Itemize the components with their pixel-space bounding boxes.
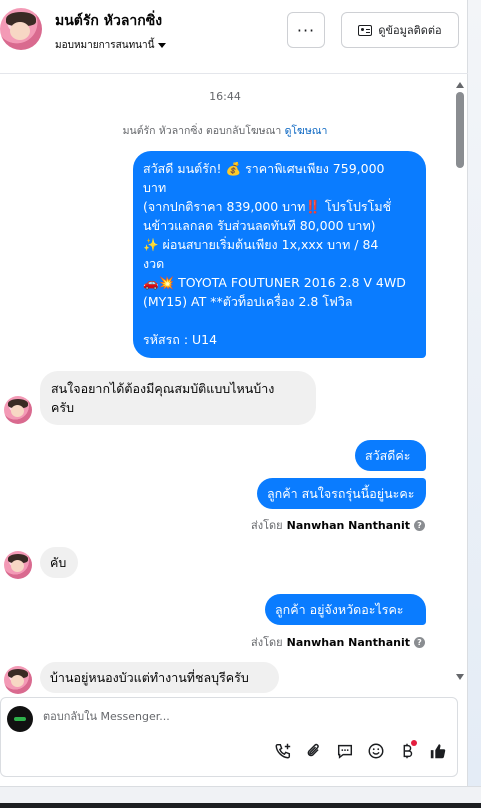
message-line: (MY15) AT **ตัวท็อปเครื่อง 2.8 โฟวิล [143,294,353,309]
conversation-panel: มนต์รัก หัวลากซิ่ง มอบหมายการสนทนานี้ ··… [0,0,468,786]
emoji-icon[interactable] [365,740,387,762]
assign-label: มอบหมายการสนทนานี้ [55,40,155,51]
view-contact-info-button[interactable]: ดูข้อมูลติดต่อ [341,12,459,48]
sent-by-name: Nanwhan Nanthanit [286,518,410,532]
message-line: ครับ [51,400,75,415]
message-text: คับ [50,555,67,570]
message-line: สนใจอยากได้ต้องมีคุณสมบัติแบบไหนบ้าง [51,381,275,396]
thumbs-up-icon[interactable] [427,740,449,762]
message-text: บ้านอยู่หนองบัวแต่ทำงานที่ชลบุรีครับ [50,670,249,685]
incoming-message-bubble[interactable]: บ้านอยู่หนองบัวแต่ทำงานที่ชลบุรีครับ [40,662,279,693]
window-bottom-edge [0,786,481,808]
composer-toolbar [272,740,449,762]
incoming-message-bubble[interactable]: สนใจอยากได้ต้องมีคุณสมบัติแบบไหนบ้าง ครั… [40,371,316,425]
saved-reply-icon[interactable] [334,740,356,762]
message-line: นข้าวแลกลด รับส่วนลดทันที 80,000 บาท) [143,218,376,233]
scroll-down-arrow-icon[interactable] [456,674,464,680]
message-composer [0,697,458,777]
ad-reply-note-text: มนต์รัก หัวลากซิ่ง ตอบกลับโฆษณา [122,125,282,137]
scroll-thumb[interactable] [456,92,464,168]
notification-dot [411,740,417,746]
reply-input[interactable] [43,710,423,723]
payment-icon[interactable] [396,740,418,762]
view-ad-link[interactable]: ดูโฆษณา [285,125,328,137]
sent-by-label: ส่งโดย Nanwhan Nanthanit ? [251,633,425,651]
sender-avatar[interactable] [4,666,32,694]
message-text: ลูกค้า สนใจรถรุ่นนี้อยู่นะคะ [267,486,415,501]
phone-plus-icon[interactable] [272,740,294,762]
message-line: บาท [143,180,167,195]
outgoing-message-bubble[interactable]: สวัสดี มนต์รัก! 💰 ราคาพิเศษเพียง 759,000… [133,151,426,358]
message-timestamp: 16:44 [209,90,241,103]
message-line: ✨ ผ่อนสบายเริ่มต้นเพียง 1x,xxx บาท / 84 [143,237,379,252]
outgoing-message-bubble[interactable]: ลูกค้า สนใจรถรุ่นนี้อยู่นะคะ [257,478,426,509]
more-options-button[interactable]: ··· [287,12,325,48]
message-line: 🚗💥 TOYOTA FOUTUNER 2016 2.8 V 4WD [143,275,406,290]
contact-name[interactable]: มนต์รัก หัวลากซิ่ง [55,10,162,32]
sender-avatar[interactable] [4,396,32,424]
message-line: สวัสดี มนต์รัก! 💰 ราคาพิเศษเพียง 759,000 [143,161,385,176]
assign-conversation-dropdown[interactable]: มอบหมายการสนทนานี้ [55,38,167,53]
message-line: งวด [143,256,165,271]
sender-avatar[interactable] [4,551,32,579]
message-text: สวัสดีค่ะ [365,448,411,463]
scroll-up-arrow-icon[interactable] [456,82,464,88]
sent-by-prefix: ส่งโดย [251,636,283,649]
message-line: (จากปกติราคา 839,000 บาท‼️ โปรโปรโมชั่ [143,199,392,214]
attachment-icon[interactable] [303,740,325,762]
info-icon[interactable]: ? [414,636,425,648]
sent-by-prefix: ส่งโดย [251,519,283,532]
message-line [143,311,416,330]
caret-down-icon [158,43,167,48]
incoming-message-bubble[interactable]: คับ [40,547,78,578]
contact-card-icon [358,24,373,36]
ad-reply-note: มนต์รัก หัวลากซิ่ง ตอบกลับโฆษณา ดูโฆษณา [0,122,450,139]
contact-avatar[interactable] [0,8,42,50]
thread-scrollbar[interactable] [452,80,466,692]
message-text: ลูกค้า อยู่จังหวัดอะไรคะ [275,602,404,617]
info-icon[interactable]: ? [414,519,425,531]
page-avatar [7,706,33,732]
conversation-header: มนต์รัก หัวลากซิ่ง มอบหมายการสนทนานี้ ··… [0,0,468,74]
sent-by-label: ส่งโดย Nanwhan Nanthanit ? [251,516,425,534]
sent-by-name: Nanwhan Nanthanit [286,635,410,649]
outgoing-message-bubble[interactable]: ลูกค้า อยู่จังหวัดอะไรคะ [265,594,426,625]
background-edge [468,0,481,786]
view-contact-info-label: ดูข้อมูลติดต่อ [378,24,442,37]
message-line: รหัสรถ : U14 [143,332,218,347]
outgoing-message-bubble[interactable]: สวัสดีค่ะ [355,440,426,471]
